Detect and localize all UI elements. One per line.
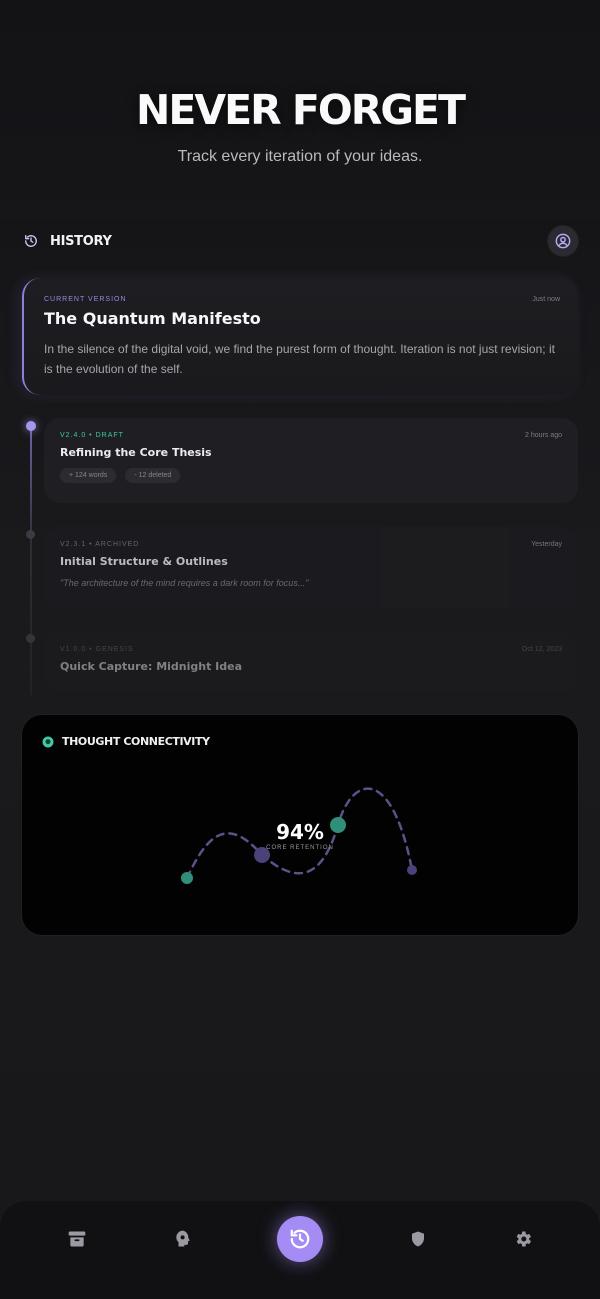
version-title: Refining the Core Thesis — [60, 446, 212, 459]
hero-subtitle: Track every iteration of your ideas. — [177, 148, 423, 165]
version-tag: V2.4.0 • DRAFT — [60, 432, 124, 439]
user-circle-icon — [555, 233, 571, 249]
graph-node — [254, 847, 270, 863]
archive-icon — [68, 1231, 86, 1247]
history-title: HISTORY — [50, 233, 112, 249]
graph-node — [181, 872, 193, 884]
hero-title: NEVER FORGET — [136, 86, 466, 134]
gear-icon — [516, 1231, 531, 1247]
version-title: Quick Capture: Midnight Idea — [60, 660, 243, 673]
timeline-dot-active — [26, 421, 36, 431]
timeline-dot — [26, 530, 35, 539]
current-version-time: Just now — [532, 296, 560, 303]
connectivity-curve — [185, 787, 414, 880]
nav-brain[interactable] — [172, 1228, 194, 1250]
version-time: Yesterday — [531, 541, 562, 548]
version-card-v2-4-0[interactable]: V2.4.0 • DRAFT 2 hours ago Refining the … — [44, 418, 578, 503]
version-quote: "The architecture of the mind requires a… — [60, 578, 309, 588]
version-card-v1-0-0[interactable]: V1.0.0 • GENESIS Oct 12, 2023 Quick Capt… — [44, 632, 578, 692]
current-version-tag: CURRENT VERSION — [44, 296, 127, 303]
graph-node — [407, 865, 417, 875]
words-added-chip: + 124 words — [60, 468, 117, 483]
thought-connectivity-card: THOUGHT CONNECTIVITY 94% CORE RETENTION — [22, 715, 578, 935]
hero: NEVER FORGET Track every iteration of yo… — [0, 86, 600, 166]
current-version-title: The Quantum Manifesto — [44, 309, 261, 328]
change-chips: + 124 words - 12 deleted — [60, 468, 562, 483]
history-header: HISTORY — [0, 220, 600, 262]
nav-settings[interactable] — [512, 1228, 534, 1250]
history-icon — [24, 234, 38, 248]
graph-node — [330, 817, 346, 833]
timeline-dot — [26, 634, 35, 643]
history-icon — [290, 1229, 310, 1249]
version-title: Initial Structure & Outlines — [60, 555, 228, 568]
version-card-v2-3-1[interactable]: V2.3.1 • ARCHIVED Yesterday Initial Stru… — [44, 527, 578, 609]
version-time: 2 hours ago — [525, 432, 562, 439]
shield-icon — [411, 1231, 424, 1247]
version-tag: V2.3.1 • ARCHIVED — [60, 541, 140, 548]
current-version-card[interactable]: CURRENT VERSION Just now The Quantum Man… — [22, 278, 578, 395]
version-tag: V1.0.0 • GENESIS — [60, 646, 134, 653]
timeline-line — [30, 425, 32, 695]
version-time: Oct 12, 2023 — [521, 646, 562, 653]
words-deleted-chip: - 12 deleted — [125, 468, 181, 483]
brain-icon — [175, 1230, 190, 1247]
current-version-body: In the silence of the digital void, we f… — [44, 342, 555, 376]
nav-archive[interactable] — [66, 1228, 88, 1250]
profile-button[interactable] — [548, 226, 578, 256]
connectivity-graph — [181, 787, 417, 884]
nav-security[interactable] — [407, 1228, 429, 1250]
nav-history[interactable] — [277, 1216, 323, 1262]
bottom-navigation — [0, 1201, 600, 1299]
